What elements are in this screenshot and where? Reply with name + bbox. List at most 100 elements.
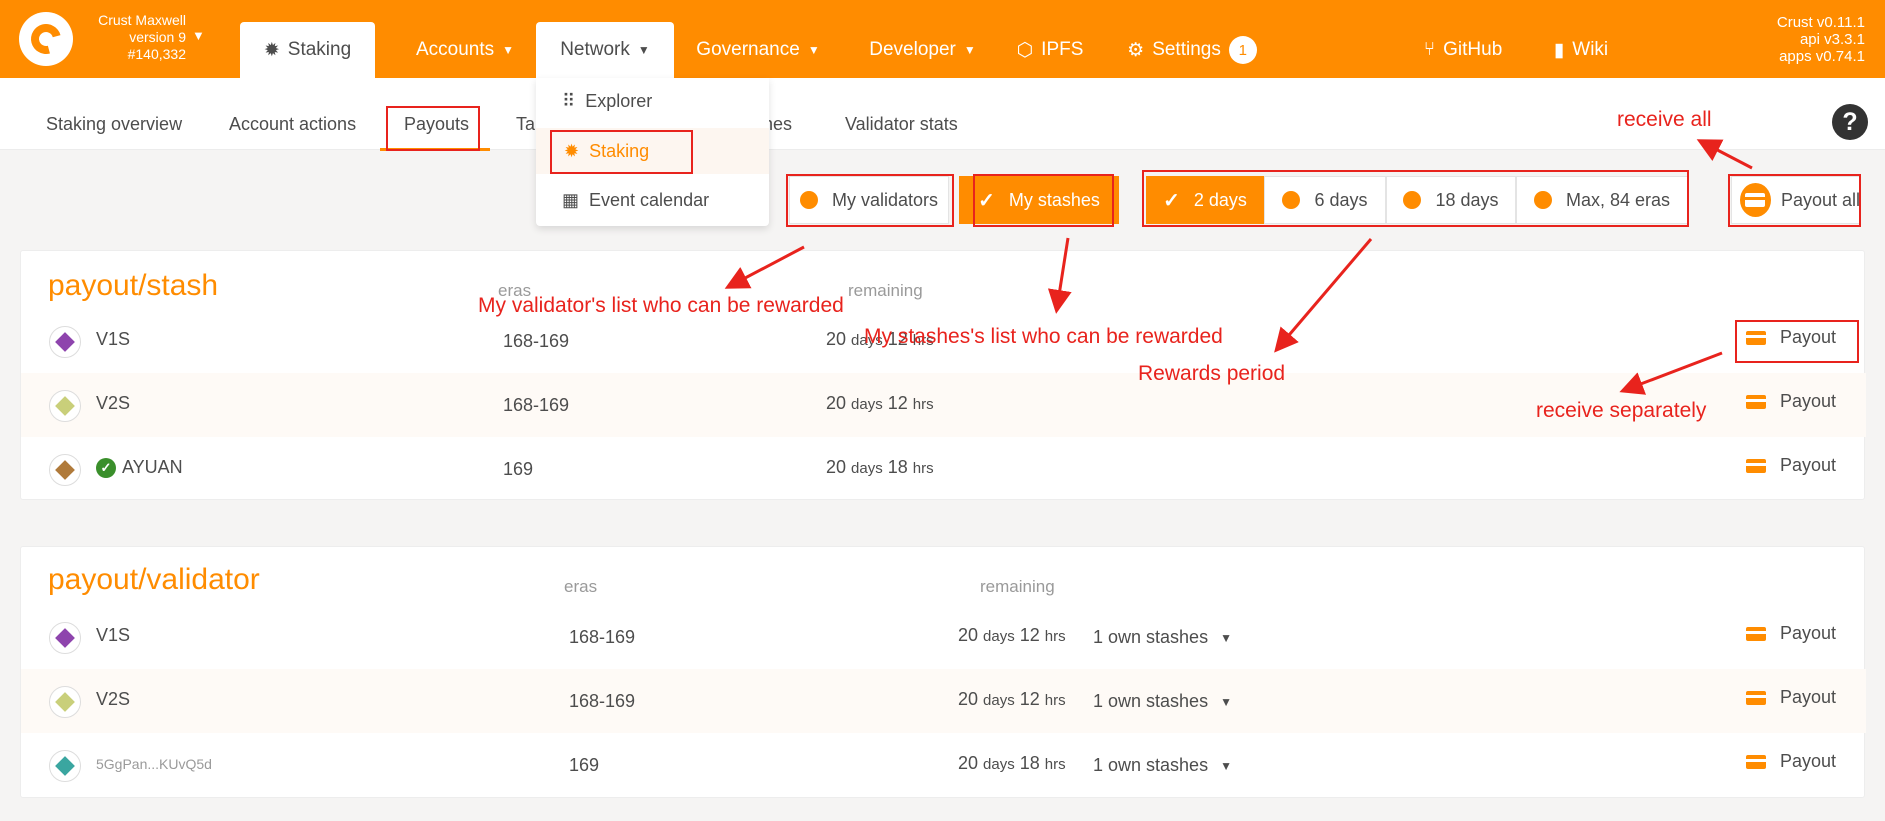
eras-value: 169: [569, 755, 600, 775]
chevron-down-icon[interactable]: ▼: [192, 28, 205, 43]
chain-name: Crust Maxwell: [98, 12, 186, 28]
subtab-validator-stats[interactable]: Validator stats: [845, 114, 958, 135]
code-branch-icon: ⑂: [1423, 39, 1436, 60]
radio-dot-icon: [1282, 191, 1301, 209]
column-header-remaining: remaining: [980, 577, 1055, 596]
nav-tab-governance[interactable]: Governance ▼: [688, 22, 828, 78]
remaining-value: 20 days 18 hrs: [826, 457, 934, 477]
identicon-icon: [49, 750, 81, 782]
own-stashes-dropdown[interactable]: 1 own stashes ▼: [1093, 627, 1232, 648]
payout-button[interactable]: Payout: [1746, 327, 1836, 348]
calendar-icon: ▦: [562, 189, 580, 210]
active-tab-indicator: [380, 148, 490, 151]
account-name[interactable]: V2S: [96, 393, 130, 414]
identicon-icon: [49, 622, 81, 654]
payout-card-icon: [1746, 394, 1766, 409]
chevron-down-icon: ▼: [1220, 630, 1232, 645]
radio-dot-icon: [799, 191, 818, 209]
account-name[interactable]: V2S: [96, 689, 130, 710]
settings-badge: 1: [1228, 36, 1257, 64]
payout-card-icon: [1746, 458, 1766, 473]
nav-tab-developer[interactable]: Developer ▼: [855, 22, 990, 78]
payout-card-icon: [1746, 330, 1766, 345]
annotation-receive-separately: receive separately: [1536, 399, 1707, 422]
menu-item-explorer[interactable]: ⠿ Explorer: [536, 78, 769, 124]
remaining-value: 20 days 12 hrs: [826, 393, 934, 413]
menu-item-staking[interactable]: ✹ Staking: [536, 128, 769, 174]
table-title: payout/stash: [48, 269, 219, 302]
staking-gear-icon: ✹: [564, 140, 580, 161]
account-name[interactable]: V1S: [96, 329, 130, 350]
staking-gear-icon: ✹: [263, 39, 280, 61]
nav-tab-settings[interactable]: ⚙ Settings 1: [1122, 22, 1262, 78]
annotation-rewards-period: Rewards period: [1138, 362, 1286, 385]
eras-value: 168-169: [569, 691, 636, 711]
nav-tab-staking[interactable]: ✹ Staking: [240, 22, 375, 78]
payout-all-button[interactable]: Payout all: [1731, 176, 1861, 224]
payout-card-icon: [1746, 626, 1766, 641]
annotation-stashes-list: My stashes's list who can be rewarded: [864, 325, 1223, 348]
chevron-down-icon: ▼: [1220, 758, 1232, 773]
nav-link-github[interactable]: ⑂ GitHub: [1418, 22, 1508, 78]
eras-value: 168-169: [503, 395, 570, 415]
payout-card-icon: [1746, 690, 1766, 705]
subtab-targets[interactable]: Ta: [516, 114, 535, 135]
payout-button[interactable]: Payout: [1746, 623, 1836, 644]
eras-value: 168-169: [569, 627, 636, 647]
table-title: payout/validator: [48, 563, 260, 596]
subtab-account-actions[interactable]: Account actions: [229, 114, 356, 135]
chain-selector[interactable]: Crust Maxwell version 9 #140,332: [88, 12, 186, 63]
chevron-down-icon: ▼: [963, 43, 976, 57]
chevron-down-icon: ▼: [807, 43, 820, 57]
remaining-value: 20 days 18 hrs: [958, 753, 1066, 773]
payout-stash-table: payout/stash eras remaining V1S 168-169 …: [20, 250, 1866, 501]
nav-tab-ipfs[interactable]: ⬡ IPFS: [1010, 22, 1090, 78]
check-icon: ✓: [1163, 189, 1180, 212]
remaining-value: 20 days 12 hrs: [958, 689, 1066, 709]
eras-value: 169: [503, 459, 534, 479]
crust-logo-icon: [19, 12, 73, 66]
nav-tab-accounts[interactable]: Accounts ▼: [405, 22, 525, 78]
period-6-days[interactable]: 6 days: [1264, 176, 1386, 224]
help-icon[interactable]: ?: [1832, 104, 1868, 140]
account-address[interactable]: 5GgPan...KUvQ5d: [96, 756, 212, 772]
payout-button[interactable]: Payout: [1746, 751, 1836, 772]
period-18-days[interactable]: 18 days: [1386, 176, 1516, 224]
top-navigation-bar: Crust Maxwell version 9 #140,332 ▼ ✹ Sta…: [0, 0, 1885, 78]
own-stashes-dropdown[interactable]: 1 own stashes ▼: [1093, 755, 1232, 776]
cube-icon: ⬡: [1016, 39, 1034, 61]
eras-value: 168-169: [503, 331, 570, 351]
my-validators-toggle[interactable]: My validators: [789, 176, 949, 224]
verified-check-icon: ✓: [96, 457, 116, 478]
own-stashes-dropdown[interactable]: 1 own stashes ▼: [1093, 691, 1232, 712]
identicon-icon: [49, 686, 81, 718]
subtab-staking-overview[interactable]: Staking overview: [46, 114, 182, 135]
subtab-payouts[interactable]: Payouts: [404, 114, 469, 135]
grid-icon: ⠿: [562, 90, 576, 111]
nav-tab-network[interactable]: Network ▼: [536, 22, 674, 78]
payout-button[interactable]: Payout: [1746, 391, 1836, 412]
account-name[interactable]: ✓ AYUAN: [96, 457, 183, 478]
period-2-days[interactable]: ✓ 2 days: [1146, 176, 1264, 224]
chevron-down-icon: ▼: [502, 43, 515, 57]
chain-version: version 9: [129, 29, 186, 45]
cogs-icon: ⚙: [1127, 39, 1145, 61]
my-stashes-toggle[interactable]: ✓ My stashes: [959, 176, 1119, 224]
annotation-receive-all: receive all: [1617, 108, 1712, 131]
table-row: 5GgPan...KUvQ5d 169 20 days 18 hrs 1 own…: [21, 733, 1866, 797]
payout-button[interactable]: Payout: [1746, 455, 1836, 476]
network-dropdown-menu: ⠿ Explorer ✹ Staking ▦ Event calendar: [536, 78, 769, 226]
chevron-down-icon: ▼: [637, 43, 650, 57]
table-row: V2S 168-169 20 days 12 hrs 1 own stashes…: [21, 669, 1866, 733]
table-row: ✓ AYUAN 169 20 days 18 hrs Payout: [21, 437, 1866, 501]
account-name[interactable]: V1S: [96, 625, 130, 646]
identicon-icon: [49, 326, 81, 358]
chevron-down-icon: ▼: [1220, 694, 1232, 709]
period-max-eras[interactable]: Max, 84 eras: [1516, 176, 1688, 224]
radio-dot-icon: [1533, 191, 1552, 209]
payout-button[interactable]: Payout: [1746, 687, 1836, 708]
staking-subtabs: Staking overview Account actions Payouts…: [0, 78, 1885, 151]
payout-validator-table: payout/validator eras remaining V1S 168-…: [20, 546, 1866, 798]
nav-link-wiki[interactable]: ▮ Wiki: [1548, 22, 1614, 78]
menu-item-event-calendar[interactable]: ▦ Event calendar: [536, 177, 769, 223]
